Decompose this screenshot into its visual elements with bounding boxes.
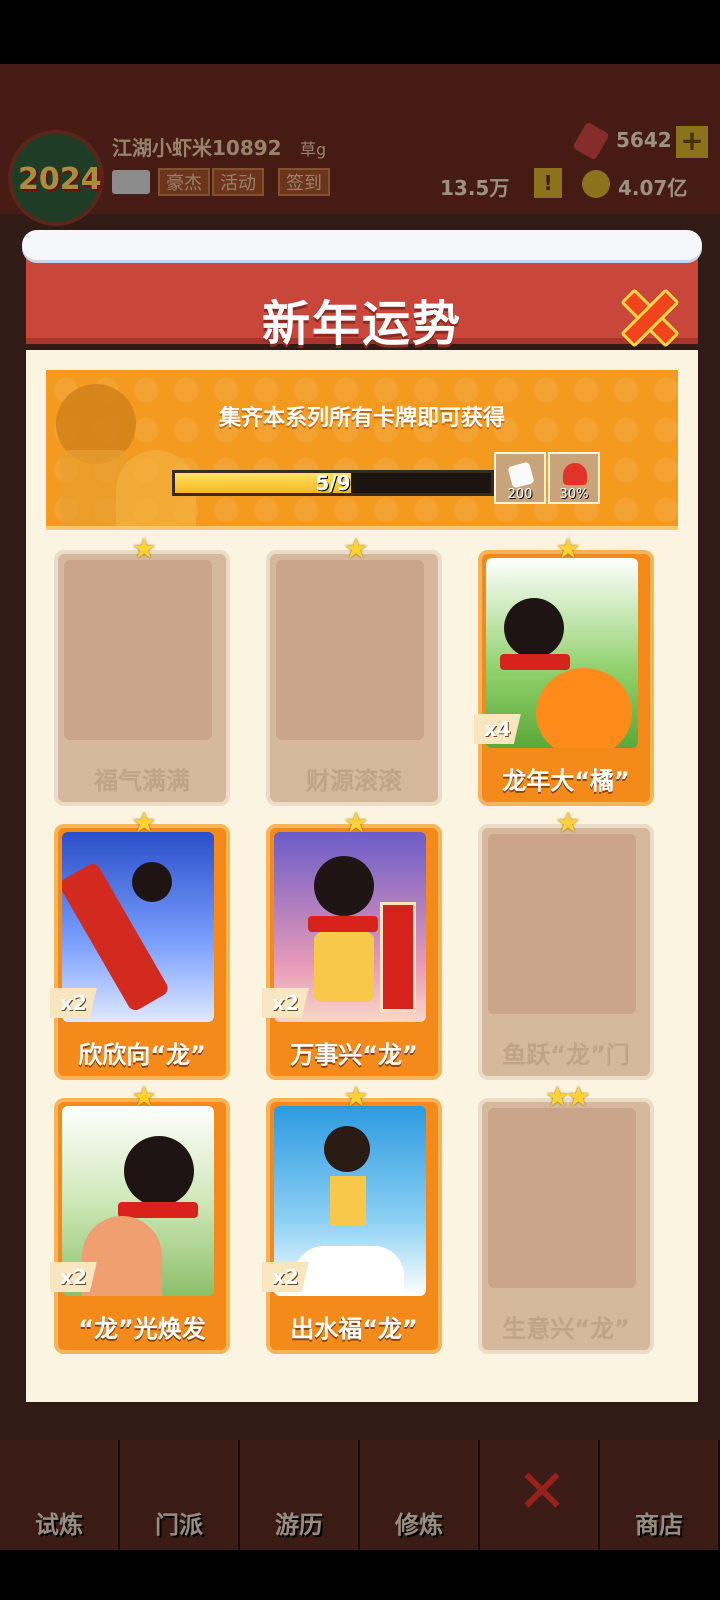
star-icon: ★: [555, 532, 580, 565]
fan-icon: [82, 1216, 162, 1296]
collection-banner: 集齐本系列所有卡牌即可获得 5/9 200 30%: [46, 370, 678, 530]
character-head: [132, 862, 172, 902]
card-art-placeholder: [488, 1108, 636, 1288]
card-count-badge: x2: [262, 1262, 309, 1292]
robe-icon: [314, 932, 374, 1002]
card-label: 财源滚滚: [306, 767, 402, 795]
character-head: [124, 1136, 194, 1206]
reward-value: 30%: [559, 487, 589, 502]
system-status-bar: [0, 0, 720, 64]
scroll-icon: [380, 902, 416, 1012]
modal-title: 新年运势: [261, 296, 462, 352]
star-icon: ★: [131, 532, 156, 565]
card-dragon-orange[interactable]: x4 ★ 龙年大“橘”: [474, 532, 654, 806]
card-art-placeholder: [488, 834, 636, 1014]
reward-value: 200: [507, 487, 533, 502]
red-scarf: [118, 1202, 198, 1218]
reward-heart[interactable]: 30%: [548, 452, 600, 504]
star-icon: ★: [343, 1080, 368, 1113]
robe-icon: [330, 1176, 366, 1226]
star-icon: ★: [131, 1080, 156, 1113]
card-count-badge: x2: [50, 988, 97, 1018]
card-business[interactable]: ★★ 生意兴“龙”: [478, 1080, 654, 1354]
card-label: 万事兴“龙”: [290, 1041, 418, 1069]
card-count-badge: x2: [50, 1262, 97, 1292]
card-caiyuan[interactable]: ★ 财源滚滚: [266, 532, 442, 806]
dragon-head-icon: [324, 1126, 370, 1172]
water-splash-icon: [294, 1246, 404, 1296]
card-scroll[interactable]: x2 ★ 万事兴“龙”: [262, 806, 442, 1080]
fortune-modal: 新年运势 集齐本系列所有卡牌即可获得 5/9 200 30% ★ 福气满满 ★ …: [22, 230, 702, 1402]
character-head: [504, 598, 564, 658]
orange-fruit-icon: [536, 668, 632, 748]
card-firework[interactable]: x2 ★ 欣欣向“龙”: [50, 806, 230, 1080]
red-scarf: [308, 916, 378, 932]
star-icon: ★★: [544, 1080, 591, 1113]
star-icon: ★: [131, 806, 156, 839]
dice-icon: [507, 461, 535, 489]
card-label: “龙”光焕发: [78, 1315, 206, 1343]
modal-body: 集齐本系列所有卡牌即可获得 5/9 200 30% ★ 福气满满 ★ 财源滚滚 …: [26, 350, 698, 1402]
star-icon: ★: [343, 806, 368, 839]
card-label: 鱼跃“龙”门: [502, 1041, 630, 1069]
character-head: [314, 856, 374, 916]
star-icon: ★: [343, 532, 368, 565]
red-scarf: [500, 654, 570, 670]
card-fish-gate[interactable]: ★ 鱼跃“龙”门: [478, 806, 654, 1080]
card-label: 福气满满: [94, 767, 190, 795]
banner-text: 集齐本系列所有卡牌即可获得: [218, 406, 505, 431]
card-label: 欣欣向“龙”: [78, 1041, 206, 1069]
progress-text: 5/9: [315, 471, 351, 495]
card-label: 出水福“龙”: [290, 1315, 418, 1343]
card-label: 龙年大“橘”: [502, 767, 630, 795]
card-count-badge: x4: [474, 714, 521, 744]
card-art-placeholder: [64, 560, 212, 740]
card-water-dragon[interactable]: x2 ★ 出水福“龙”: [262, 1080, 442, 1354]
collection-progress-bar: 5/9: [172, 470, 494, 496]
card-label: 生意兴“龙”: [502, 1315, 630, 1343]
close-button[interactable]: [614, 282, 678, 346]
heart-icon: [563, 463, 587, 485]
card-fuqi[interactable]: ★ 福气满满: [54, 532, 230, 806]
star-icon: ★: [555, 806, 580, 839]
card-fan[interactable]: x2 ★ “龙”光焕发: [50, 1080, 230, 1354]
snow-decoration: [22, 230, 702, 260]
card-art-placeholder: [276, 560, 424, 740]
reward-dice[interactable]: 200: [494, 452, 546, 504]
modal-header: 新年运势: [26, 246, 698, 352]
card-count-badge: x2: [262, 988, 309, 1018]
